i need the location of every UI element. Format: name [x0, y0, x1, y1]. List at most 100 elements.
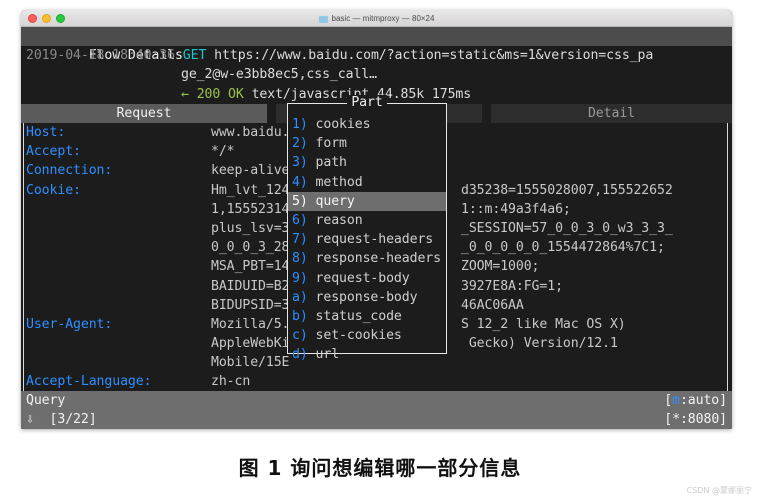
menu-key: a)	[292, 289, 308, 305]
figure-caption: 图 1 询问想编辑哪一部分信息	[238, 456, 522, 480]
menu-item-form[interactable]: 2) form	[288, 134, 446, 153]
request-timestamp: 2019-04-18 18:40:36	[26, 48, 175, 64]
traffic-light-group	[28, 13, 65, 23]
overflow-line	[461, 353, 726, 372]
menu-key: 9)	[292, 270, 308, 286]
close-button[interactable]	[28, 13, 37, 23]
menu-key: 7)	[292, 232, 308, 248]
header-key: Connection:	[26, 163, 113, 179]
overflow-line: 1::m:49a3f4a6;	[461, 201, 571, 217]
overflow-line: S 12_2 like Mac OS X)	[461, 316, 626, 332]
menu-label: query	[315, 193, 355, 209]
window-title-area: basic — mitmproxy — 80×24	[21, 14, 732, 23]
header-key	[26, 219, 211, 238]
overflow-line	[461, 123, 726, 142]
overflow-line: _0_0_0_0_0_1554472864%7C1;	[461, 240, 665, 256]
minimize-button[interactable]	[42, 13, 51, 23]
tab-gap-2	[482, 103, 491, 123]
response-status: 200 OK	[196, 86, 244, 102]
menu-key: 8)	[292, 251, 308, 267]
request-url-part1: https://www.baidu.com/?action=static&ms=…	[214, 48, 654, 64]
menu-key: 6)	[292, 212, 308, 228]
bracket-open: [	[664, 392, 673, 408]
response-arrow-icon: ←	[181, 86, 189, 102]
popup-menu-list: 1) cookies 2) form 3) path 4) method 5) …	[288, 115, 446, 364]
header-key: Cookie:	[26, 182, 81, 198]
menu-item-request-headers[interactable]: 7) request-headers	[288, 230, 446, 249]
menu-key: d)	[292, 347, 308, 363]
overflow-line	[461, 161, 726, 180]
terminal-window: basic — mitmproxy — 80×24 Flow Details 2…	[21, 10, 732, 429]
header-keys-column: Host: Accept: Connection: Cookie: User-A…	[26, 123, 211, 391]
menu-key: 1)	[292, 117, 308, 132]
status-query-label: Query	[26, 392, 66, 408]
screenshot-root: basic — mitmproxy — 80×24 Flow Details 2…	[0, 0, 760, 500]
menu-item-reason[interactable]: 6) reason	[288, 211, 446, 230]
flow-position-indicator: ⇩ [3/22]	[26, 411, 97, 427]
flow-details-header: Flow Details	[21, 27, 732, 63]
menu-label: status_code	[315, 308, 402, 324]
overflow-line	[461, 142, 726, 161]
header-key: Accept-Language:	[26, 374, 152, 390]
status-mode-indicator[interactable]: [m:auto]	[664, 391, 727, 410]
menu-key: 5)	[292, 193, 308, 209]
overflow-line: _SESSION=57_0_0_3_0_w3_3_3_	[461, 220, 673, 236]
popup-title-bar: Part	[288, 93, 446, 112]
menu-item-path[interactable]: 3) path	[288, 153, 446, 172]
menu-item-cookies[interactable]: 1) cookies	[288, 115, 446, 134]
tab-request[interactable]: Request	[21, 103, 267, 123]
tab-detail[interactable]: Detail	[491, 103, 732, 123]
menu-label: url	[315, 347, 340, 363]
menu-label: reason	[315, 212, 363, 228]
menu-item-status-code[interactable]: b) status_code	[288, 307, 446, 326]
header-key	[26, 353, 211, 372]
menu-item-response-headers[interactable]: 8) response-headers	[288, 249, 446, 268]
terminal-body: Flow Details 2019-04-18 18:40:36 GET htt…	[21, 27, 732, 429]
menu-item-response-body[interactable]: a) response-body	[288, 288, 446, 307]
menu-key: b)	[292, 308, 308, 324]
menu-item-request-body[interactable]: 9) request-body	[288, 269, 446, 288]
watermark: CSDN @蒙娜丽宁	[686, 486, 752, 495]
menu-label: response-body	[315, 289, 418, 305]
header-overflow-column: d35238=1555028007,155522652 1::m:49a3f4a…	[461, 123, 726, 391]
mode-value: :auto]	[679, 392, 727, 408]
header-key	[26, 257, 211, 276]
menu-key: 3)	[292, 155, 308, 171]
status-bar-secondary: ⇩ [3/22] [*:8080]	[21, 409, 732, 429]
menu-label: request-headers	[315, 232, 434, 248]
header-key	[26, 334, 211, 353]
menu-item-url[interactable]: d) url	[288, 345, 446, 364]
request-url-continuation: ge_2@w-e3bb8ec5,css_call…	[21, 65, 732, 84]
zoom-button[interactable]	[56, 13, 65, 23]
request-url-part2: ge_2@w-e3bb8ec5,css_call…	[181, 67, 377, 83]
header-key	[26, 200, 211, 219]
menu-label: form	[315, 136, 347, 152]
tab-gap-1	[267, 103, 276, 123]
menu-item-set-cookies[interactable]: c) set-cookies	[288, 326, 446, 345]
overflow-line	[461, 372, 726, 390]
menu-label: set-cookies	[315, 328, 402, 344]
overflow-line: 46AC06AA	[461, 297, 524, 313]
menu-label: method	[315, 174, 363, 190]
overflow-line: Gecko) Version/12.1	[461, 336, 618, 352]
header-key: Accept:	[26, 144, 81, 160]
request-method: GET	[182, 48, 207, 64]
overflow-line: 3927E8A:FG=1;	[461, 278, 563, 294]
popup-title: Part	[347, 95, 387, 110]
menu-label: request-body	[315, 270, 410, 286]
window-titlebar[interactable]: basic — mitmproxy — 80×24	[21, 10, 732, 27]
header-key	[26, 238, 211, 257]
menu-label: response-headers	[315, 251, 442, 267]
menu-label: path	[315, 155, 347, 171]
mode-key: m	[672, 392, 680, 408]
overflow-line: d35238=1555028007,155522652	[461, 182, 673, 198]
menu-item-method[interactable]: 4) method	[288, 173, 446, 192]
header-key	[26, 277, 211, 296]
overflow-line: ZOOM=1000;	[461, 259, 540, 275]
menu-item-query[interactable]: 5) query	[288, 191, 446, 211]
header-key: User-Agent:	[26, 316, 113, 332]
menu-key: c)	[292, 328, 308, 344]
status-bar-primary: Query [m:auto]	[21, 390, 732, 410]
menu-label: cookies	[315, 117, 371, 132]
folder-icon	[318, 15, 328, 23]
